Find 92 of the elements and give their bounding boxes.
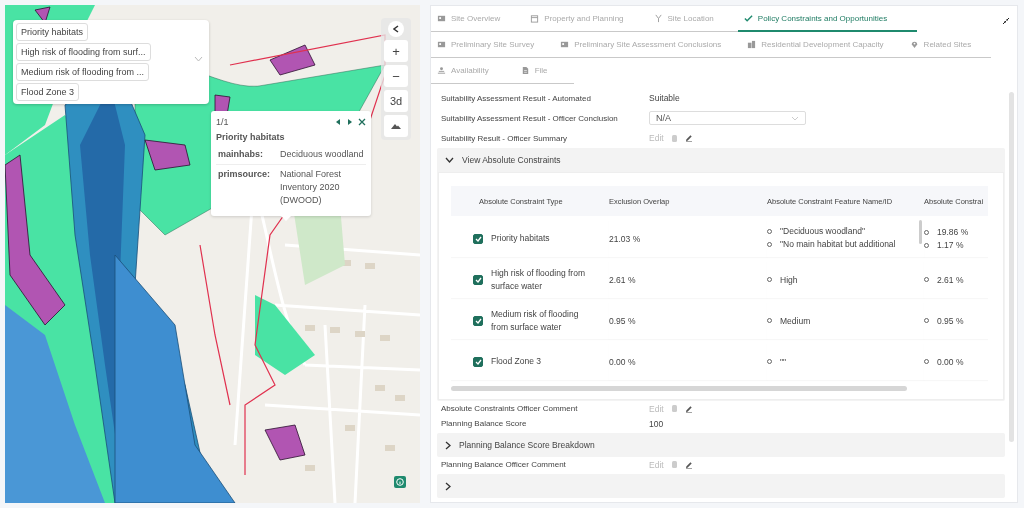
card-icon — [437, 14, 446, 23]
field-label: Planning Balance Officer Comment — [441, 460, 567, 469]
collapse-button[interactable] — [1002, 17, 1010, 25]
close-icon — [358, 118, 366, 126]
table-cell: 2.61 % — [609, 274, 636, 285]
field-label: Absolute Constraints Officer Comment — [441, 404, 579, 413]
woodland-patch — [269, 44, 316, 76]
table-cell-text: Medium risk of flooding from surface water — [491, 307, 580, 334]
list-item: 1.17 % — [937, 240, 964, 250]
attribute-name: primsource: — [216, 164, 278, 210]
next-button[interactable] — [346, 118, 354, 126]
collapse-button[interactable] — [388, 21, 404, 37]
layer-chip[interactable]: Priority habitats — [16, 23, 89, 41]
fork-icon — [653, 14, 663, 23]
chevron-right-icon — [445, 481, 451, 491]
trash-icon — [671, 405, 677, 412]
person-icon — [437, 66, 446, 75]
layer-chip[interactable]: Flood Zone 3 — [16, 83, 80, 101]
chevron-left-icon — [393, 25, 399, 33]
triangle-left-icon — [334, 118, 342, 126]
document-icon — [520, 66, 530, 75]
checkbox[interactable] — [473, 233, 483, 244]
field-value: 100 — [649, 418, 664, 429]
field-label: Suitability Assessment Result - Automated — [441, 93, 592, 103]
card-icon — [437, 40, 446, 49]
field-value: Suitable — [649, 93, 680, 103]
layer-selector[interactable]: Priority habitats High risk of flooding from surf... Medium risk of flooding from ... Flood Zone 3 — [13, 20, 209, 104]
3d-button[interactable]: 3d — [384, 90, 408, 112]
woodland-patch — [264, 424, 306, 461]
building-icon — [747, 40, 757, 49]
field-label: Suitability Result - Officer Summary — [441, 133, 569, 143]
table-cell: 0.95 % — [609, 315, 636, 326]
pencil-icon — [684, 134, 693, 142]
feature-counter: 1/1 — [216, 117, 230, 127]
layer-chip[interactable]: High risk of flooding from surf... — [16, 43, 151, 61]
checkbox[interactable] — [473, 315, 483, 326]
scrollbar[interactable] — [451, 386, 907, 391]
tab[interactable]: Policy Constraints and Opportunities — [737, 6, 918, 32]
woodland-patch — [144, 139, 191, 171]
edit-pencil-button[interactable] — [684, 404, 693, 413]
chevron-down-icon — [791, 115, 799, 121]
mountain-icon — [391, 123, 401, 129]
edit-pencil-button[interactable] — [684, 460, 693, 469]
attribute-value: Deciduous woodland — [278, 145, 366, 165]
previous-button[interactable] — [334, 118, 342, 126]
field-label: Planning Balance Score — [441, 419, 528, 428]
info-button[interactable] — [394, 476, 406, 488]
chevron-down-icon — [194, 56, 203, 62]
zoom-out-button[interactable]: − — [384, 65, 408, 87]
list-item: Medium — [780, 315, 811, 326]
table-cell-text: Priority habitats — [491, 232, 551, 245]
table-cell: 21.03 % — [609, 233, 641, 244]
attribute-name: mainhabs: — [216, 145, 278, 165]
table-cell: 0.00 % — [609, 356, 636, 367]
edit-pencil-button[interactable] — [684, 134, 693, 142]
list-item: 0.00 % — [937, 356, 964, 367]
zoom-in-button[interactable]: + — [384, 40, 408, 62]
list-item: "" — [780, 356, 787, 367]
table-cell-text: Flood Zone 3 — [491, 355, 543, 368]
chevron-down-icon — [445, 157, 454, 163]
scrollbar[interactable] — [919, 220, 922, 244]
chevron-right-icon — [445, 440, 451, 450]
location-pin-icon — [909, 40, 919, 49]
field-label: Suitability Assessment Result - Officer Conclusion — [441, 113, 619, 123]
close-button[interactable] — [358, 118, 366, 126]
scrollbar[interactable] — [1009, 92, 1014, 442]
checkbox[interactable] — [473, 274, 483, 285]
list-item: High — [780, 274, 798, 285]
card-icon — [560, 40, 570, 49]
terrain-button[interactable] — [384, 115, 408, 137]
pencil-icon — [684, 460, 693, 469]
attribute-value: National Forest Inventory 2020 (DWOOD) — [278, 164, 366, 210]
list-item: "No main habitat but additional — [780, 239, 896, 249]
list-item: "Deciduous woodland" — [780, 226, 865, 236]
list-item: 0.95 % — [937, 315, 964, 326]
trash-icon — [671, 134, 677, 142]
table-cell: High risk of flooding from surface water — [491, 266, 586, 293]
check-icon — [743, 14, 753, 23]
popup-title: Priority habitats — [216, 132, 286, 142]
section-header[interactable]: Planning Balance Score Breakdown — [437, 433, 1005, 457]
triangle-right-icon — [346, 118, 354, 126]
layer-chip[interactable]: Medium risk of flooding from ... — [16, 63, 150, 81]
list-item: 19.86 % — [937, 227, 969, 237]
trash-icon — [671, 461, 677, 468]
section-header[interactable]: View Absolute Constraints — [437, 148, 1005, 172]
calendar-icon — [530, 14, 540, 23]
pencil-icon — [684, 404, 693, 413]
checkbox[interactable] — [473, 356, 483, 367]
collapse-arrows-icon — [1002, 17, 1010, 25]
info-icon — [396, 478, 404, 486]
list-item: 2.61 % — [937, 274, 964, 285]
conclusion-dropdown[interactable]: N/A — [649, 111, 806, 125]
